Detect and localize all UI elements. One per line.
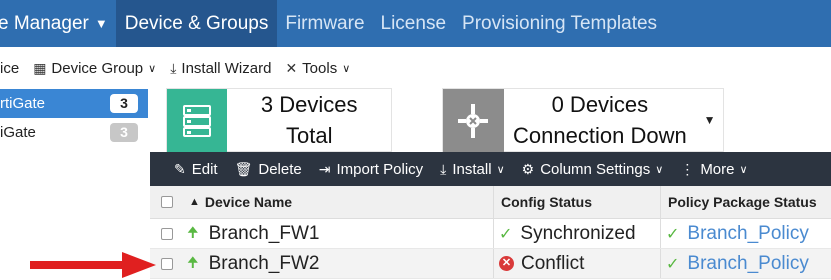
device-name-header-label: Device Name bbox=[204, 194, 293, 210]
error-icon: ✕ bbox=[499, 256, 514, 271]
config-status: Synchronized bbox=[520, 222, 636, 244]
table-row[interactable]: 🠉 Branch_FW1 ✓ Synchronized ✓ Branch_Pol… bbox=[150, 219, 831, 249]
connection-down-label: Connection Down bbox=[513, 123, 687, 148]
check-icon: ✓ bbox=[499, 225, 513, 243]
more-vertical-icon: ⋮ bbox=[680, 160, 695, 177]
chevron-down-icon: ∨ bbox=[655, 163, 664, 176]
count-badge: 3 bbox=[110, 123, 138, 142]
edit-button[interactable]: ✎ Edit bbox=[174, 161, 218, 178]
tools-icon: ✕ bbox=[285, 59, 298, 76]
chevron-down-icon: ∨ bbox=[739, 163, 748, 176]
import-policy-button[interactable]: ⇥ Import Policy bbox=[319, 161, 423, 178]
grid-toolbar: ✎ Edit 🗑 Delete ⇥ Import Policy ⤓ Instal… bbox=[150, 152, 831, 186]
delete-button[interactable]: 🗑 Delete bbox=[235, 161, 302, 178]
device-name: Branch_FW2 bbox=[208, 252, 320, 274]
main-toolbar: ice ▦ Device Group ∨ ⤓ Install Wizard ✕ … bbox=[0, 47, 831, 89]
column-settings-label: Column Settings bbox=[540, 160, 651, 178]
connection-down-count: 0 Devices bbox=[551, 92, 649, 117]
device-up-icon: 🠉 bbox=[187, 223, 199, 240]
column-settings-button[interactable]: ⚙ Column Settings ∨ bbox=[522, 161, 664, 178]
install-wizard-button[interactable]: ⤓ Install Wizard bbox=[170, 60, 271, 77]
chevron-down-icon: ∨ bbox=[148, 62, 157, 75]
tools-label: Tools bbox=[302, 59, 338, 77]
import-policy-label: Import Policy bbox=[336, 160, 424, 178]
server-icon bbox=[167, 89, 228, 153]
tab-firmware[interactable]: Firmware bbox=[277, 0, 372, 47]
annotation-arrow-icon bbox=[30, 252, 156, 278]
chevron-down-icon: ∨ bbox=[496, 163, 505, 176]
check-icon: ✓ bbox=[666, 255, 680, 273]
app-title: e Manager bbox=[0, 12, 89, 34]
more-button[interactable]: ⋮ More ∨ bbox=[680, 161, 747, 178]
count-badge: 3 bbox=[110, 94, 138, 113]
trash-icon: 🗑 bbox=[234, 160, 253, 177]
device-up-icon: 🠉 bbox=[187, 253, 199, 270]
chevron-down-icon: ∨ bbox=[342, 62, 351, 75]
sort-ascending-icon: ▲ bbox=[189, 196, 200, 208]
edit-label: Edit bbox=[191, 160, 218, 178]
policy-package-link[interactable]: Branch_Policy bbox=[687, 253, 808, 275]
devices-total-count: 3 Devices bbox=[260, 92, 358, 117]
more-label: More bbox=[700, 160, 735, 178]
install-icon: ⤓ bbox=[170, 59, 177, 76]
install-icon: ⤓ bbox=[440, 160, 447, 177]
install-label: Install bbox=[452, 160, 492, 178]
app-menu-button[interactable]: e Manager ▼ bbox=[0, 0, 116, 47]
install-wizard-label: Install Wizard bbox=[181, 59, 272, 77]
policy-package-link[interactable]: Branch_Policy bbox=[687, 223, 808, 245]
device-table: ▲ Device Name Config Status Policy Packa… bbox=[150, 186, 831, 280]
devices-total-card[interactable]: 3 Devices Total bbox=[166, 88, 392, 153]
tree-item-managed-fortigate[interactable]: iGate 3 bbox=[0, 118, 148, 147]
device-group-icon: ▦ bbox=[33, 59, 47, 76]
chevron-down-icon: ▼ bbox=[94, 16, 108, 31]
disconnected-icon bbox=[443, 89, 504, 153]
edit-icon: ✎ bbox=[174, 160, 186, 177]
install-button[interactable]: ⤓ Install ∨ bbox=[440, 161, 504, 178]
tree-item-label: iGate bbox=[0, 124, 36, 141]
column-header-policy-package-status[interactable]: Policy Package Status bbox=[660, 186, 831, 218]
tab-device-groups[interactable]: Device & Groups bbox=[115, 0, 278, 47]
add-device-label: ice bbox=[0, 59, 20, 77]
config-status: Conflict bbox=[521, 252, 585, 274]
tree-item-label: rtiGate bbox=[0, 95, 46, 112]
tools-button[interactable]: ✕ Tools ∨ bbox=[285, 60, 350, 77]
add-device-button[interactable]: ice bbox=[0, 60, 19, 77]
devices-total-label: Total bbox=[285, 123, 333, 148]
gear-icon: ⚙ bbox=[521, 160, 535, 177]
tree-item-all-fortigate[interactable]: rtiGate 3 bbox=[0, 89, 148, 118]
tab-provisioning-templates[interactable]: Provisioning Templates bbox=[454, 0, 665, 47]
row-checkbox[interactable] bbox=[150, 227, 183, 240]
column-header-device-name[interactable]: ▲ Device Name bbox=[183, 194, 493, 210]
device-name: Branch_FW1 bbox=[208, 222, 320, 244]
import-icon: ⇥ bbox=[318, 160, 331, 177]
table-row[interactable]: 🠉 Branch_FW2 ✕ Conflict ✓ Branch_Policy bbox=[150, 249, 831, 279]
device-group-button[interactable]: ▦ Device Group ∨ bbox=[33, 60, 156, 77]
delete-label: Delete bbox=[258, 160, 302, 178]
connection-down-card[interactable]: 0 Devices Connection Down ▼ bbox=[442, 88, 724, 153]
device-group-label: Device Group bbox=[51, 59, 144, 77]
column-header-config-status[interactable]: Config Status bbox=[493, 186, 660, 218]
check-icon: ✓ bbox=[666, 225, 680, 243]
top-navigation: e Manager ▼ Device & Groups Firmware Lic… bbox=[0, 0, 831, 47]
table-header: ▲ Device Name Config Status Policy Packa… bbox=[150, 186, 831, 219]
tab-license[interactable]: License bbox=[373, 0, 455, 47]
select-all-checkbox[interactable] bbox=[150, 196, 183, 208]
card-dropdown-caret-icon[interactable]: ▼ bbox=[696, 89, 723, 151]
